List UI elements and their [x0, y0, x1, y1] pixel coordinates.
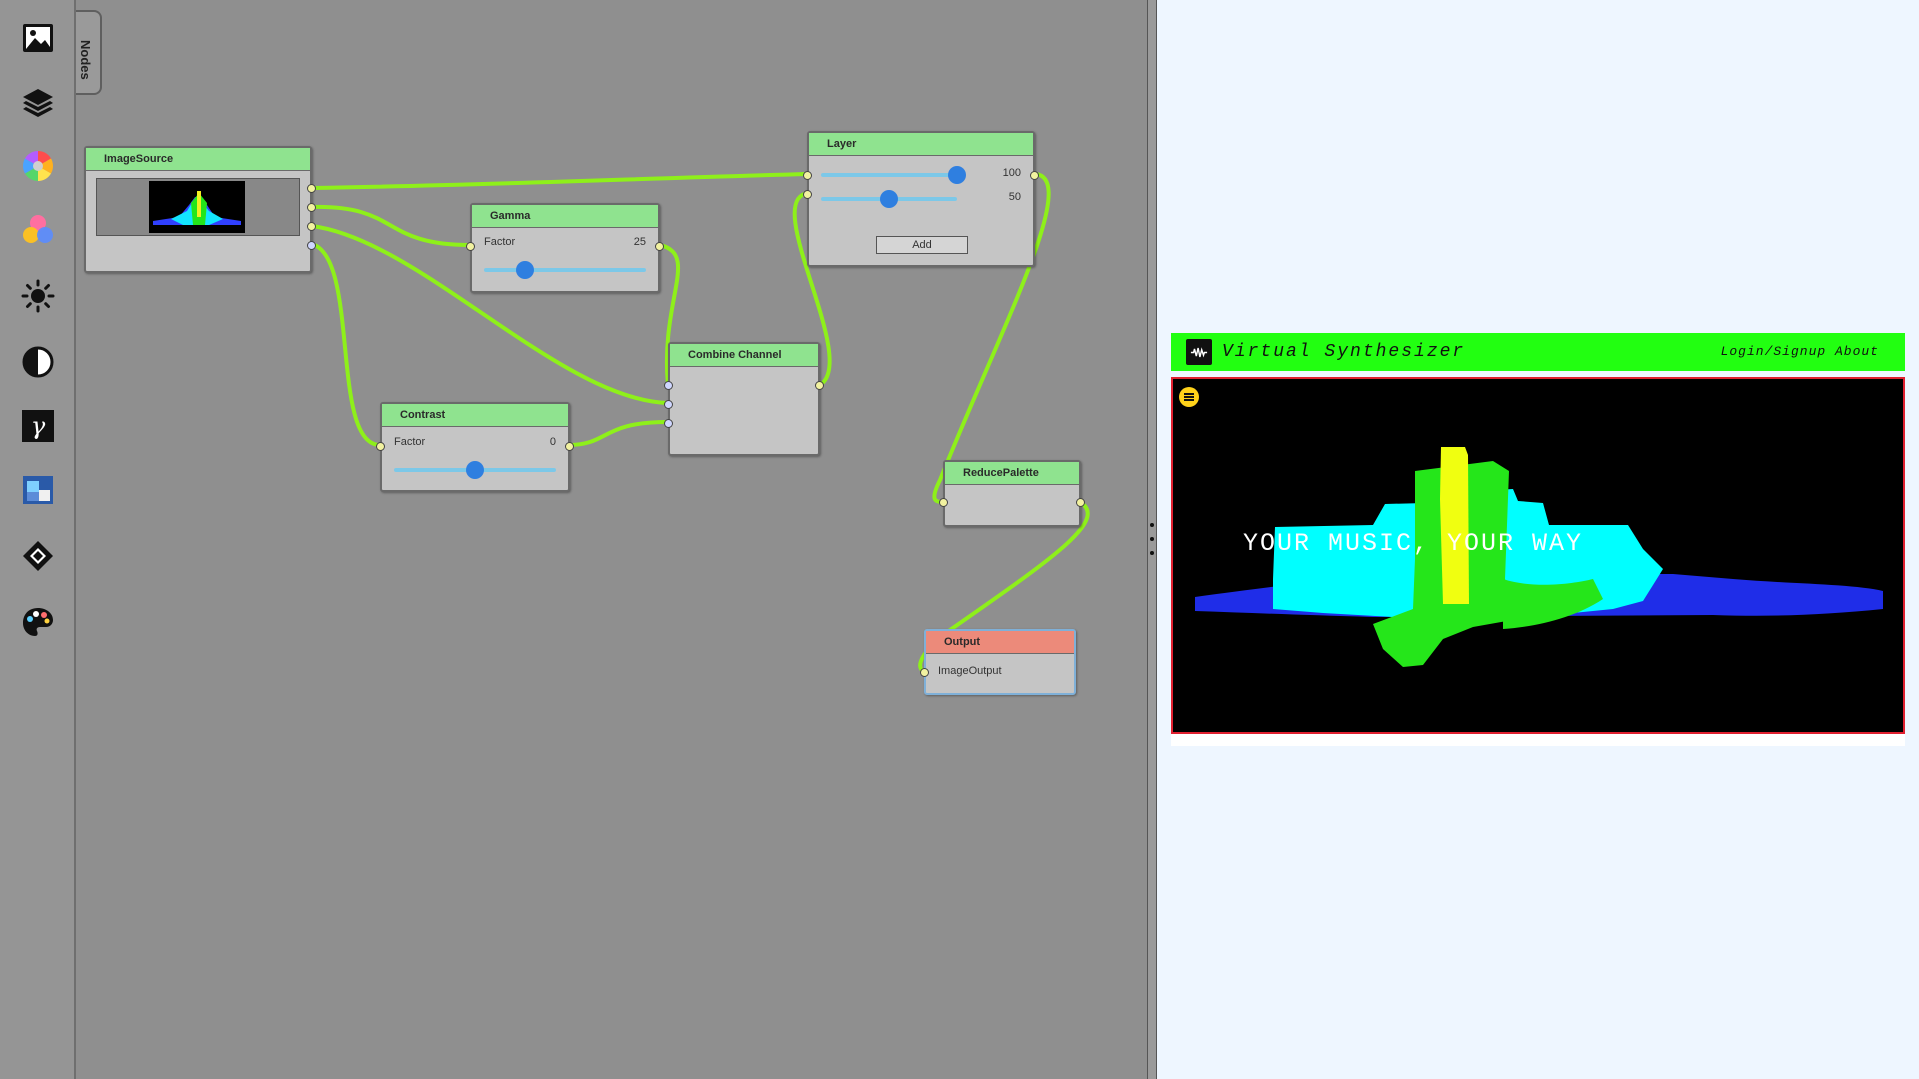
reduce-palette-tool[interactable] — [18, 470, 58, 510]
node-title: Layer — [809, 133, 1033, 156]
output-port-label: ImageOutput — [938, 665, 1002, 677]
node-contrast[interactable]: Contrast Factor 0 — [376, 402, 574, 492]
combine-input-r[interactable] — [664, 381, 673, 390]
node-combine-channel[interactable]: Combine Channel — [664, 342, 824, 456]
node-toolbar: γ — [0, 0, 76, 1079]
waveform-logo-icon — [1186, 339, 1212, 365]
node-title: ReducePalette — [945, 462, 1079, 485]
divider-grip — [1150, 551, 1154, 555]
transform-tool[interactable] — [18, 536, 58, 576]
preview-stage: YOUR MUSIC, YOUR WAY — [1171, 377, 1905, 734]
reduce-output[interactable] — [1076, 498, 1085, 507]
stage-footer-strip — [1171, 734, 1905, 746]
layer-add-button[interactable]: Add — [876, 236, 968, 254]
image-source-preview — [96, 178, 300, 236]
gamma-factor-label: Factor — [484, 236, 516, 248]
slider-thumb[interactable] — [515, 261, 534, 279]
thumbnail — [149, 181, 245, 233]
image-source-output-3[interactable] — [307, 222, 316, 231]
gamma-factor-value: 25 — [633, 236, 646, 248]
node-title: ImageSource — [86, 148, 310, 171]
node-image-source[interactable]: ImageSource — [84, 146, 316, 273]
contrast-factor-label: Factor — [394, 436, 426, 448]
divider-grip — [1150, 537, 1154, 541]
combine-input-b[interactable] — [664, 419, 673, 428]
node-title: Gamma — [472, 205, 658, 228]
paint-palette-icon — [23, 608, 53, 636]
slider-thumb[interactable] — [880, 190, 898, 208]
site-title: Virtual Synthesizer — [1222, 342, 1466, 362]
node-title: Output — [926, 631, 1074, 654]
hero-text: YOUR MUSIC, YOUR WAY — [1243, 529, 1584, 558]
image-icon — [23, 24, 53, 52]
layer-slider-2[interactable] — [821, 190, 957, 208]
node-gamma[interactable]: Gamma Factor 25 — [466, 203, 664, 293]
combine-output[interactable] — [815, 381, 824, 390]
brightness-tool[interactable] — [18, 276, 58, 316]
gamma-output[interactable] — [655, 242, 664, 251]
menu-icon[interactable] — [1179, 387, 1199, 407]
palette-tool[interactable] — [18, 602, 58, 642]
rgb-circles-icon — [23, 215, 53, 243]
layer-input-1[interactable] — [803, 171, 812, 180]
layer-input-2[interactable] — [803, 190, 812, 199]
layer-slider-1[interactable] — [821, 166, 966, 184]
combine-input-g[interactable] — [664, 400, 673, 409]
contrast-output[interactable] — [565, 442, 574, 451]
node-title: Combine Channel — [670, 344, 818, 367]
color-wheel-tool[interactable] — [18, 146, 58, 186]
node-output[interactable]: Output ImageOutput — [920, 629, 1076, 695]
svg-text:γ: γ — [31, 412, 46, 440]
layer-output[interactable] — [1030, 171, 1039, 180]
gamma-tool[interactable]: γ — [18, 406, 58, 446]
node-title: Contrast — [382, 404, 568, 427]
slider-thumb[interactable] — [466, 461, 484, 479]
gamma-factor-slider[interactable] — [484, 261, 646, 279]
layer-slider-1-value: 100 — [1002, 167, 1021, 179]
panel-divider[interactable] — [1147, 0, 1157, 1079]
image-source-tool[interactable] — [18, 18, 58, 58]
image-source-output-1[interactable] — [307, 184, 316, 193]
image-source-output-2[interactable] — [307, 203, 316, 212]
diamond-icon — [23, 541, 53, 571]
palette-swatch-icon — [23, 476, 53, 504]
contrast-tool[interactable] — [18, 342, 58, 382]
layers-icon — [23, 89, 53, 117]
node-reduce-palette[interactable]: ReducePalette — [939, 460, 1085, 527]
combine-channel-tool[interactable] — [18, 210, 58, 250]
color-wheel-icon — [22, 151, 54, 181]
contrast-input[interactable] — [376, 442, 385, 451]
output-input[interactable] — [920, 668, 929, 677]
site-header: Virtual Synthesizer Login/Signup About — [1171, 333, 1905, 371]
gamma-icon: γ — [22, 410, 54, 442]
preview-pane: Virtual Synthesizer Login/Signup About Y… — [1157, 0, 1919, 1079]
contrast-factor-slider[interactable] — [394, 461, 556, 479]
node-layer[interactable]: Layer 100 50 Add — [803, 131, 1039, 267]
contrast-icon — [22, 346, 54, 378]
thumbnail-visual — [153, 191, 241, 225]
contrast-factor-value: 0 — [549, 436, 556, 448]
slider-thumb[interactable] — [948, 166, 966, 184]
site-nav-links[interactable]: Login/Signup About — [1721, 344, 1879, 359]
sun-icon — [21, 279, 55, 313]
layer-tool[interactable] — [18, 82, 58, 122]
divider-grip — [1150, 523, 1154, 527]
gamma-input[interactable] — [466, 242, 475, 251]
node-canvas[interactable]: ImageSource Gamma Factor 25 Contrast Fac… — [76, 0, 1146, 1079]
layer-slider-2-value: 50 — [1008, 191, 1021, 203]
image-source-output-4[interactable] — [307, 241, 316, 250]
reduce-input[interactable] — [939, 498, 948, 507]
